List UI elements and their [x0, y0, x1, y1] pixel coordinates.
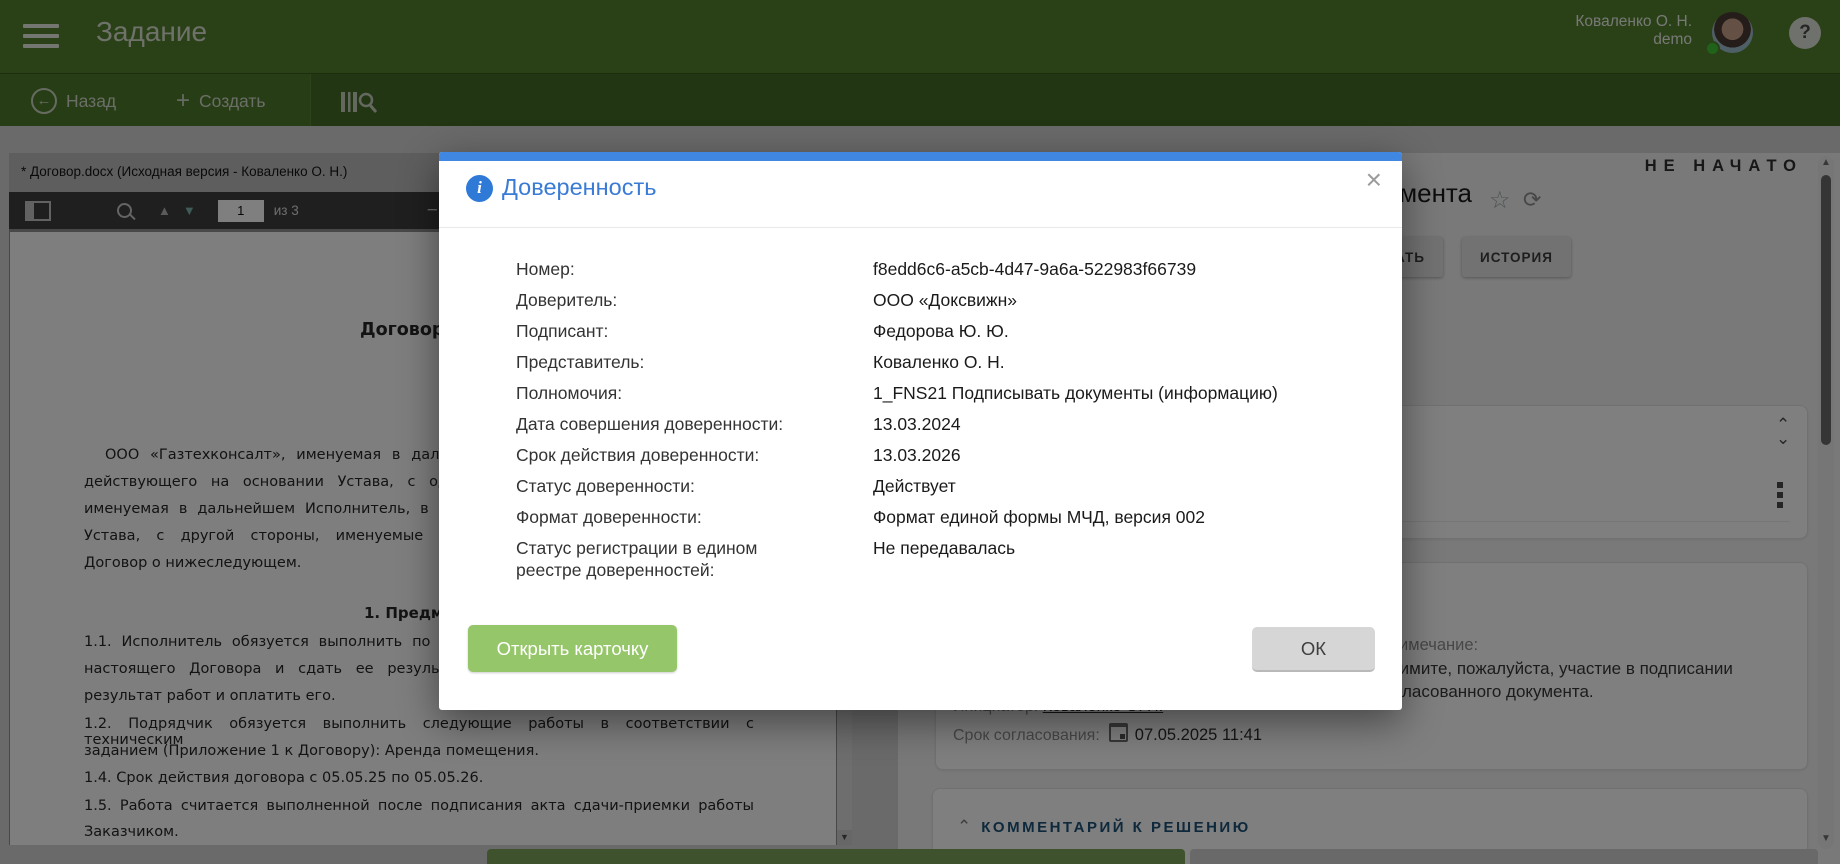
- field-label-line: Статус регистрации в едином: [516, 537, 873, 559]
- field-label: Представитель:: [516, 351, 873, 373]
- info-icon: i: [466, 175, 493, 202]
- field-label: Статус регистрации в едином реестре дове…: [516, 537, 873, 581]
- field-value: f8edd6c6-a5cb-4d47-9a6a-522983f66739: [873, 258, 1196, 280]
- field-row: Доверитель: ООО «Доксвижн»: [516, 289, 1376, 311]
- app-screen: Задание Коваленко О. Н. demo ? ← Назад +…: [0, 0, 1840, 864]
- field-value: Действует: [873, 475, 956, 497]
- ok-button[interactable]: ОК: [1252, 627, 1375, 672]
- open-card-button[interactable]: Открыть карточку: [468, 625, 677, 672]
- dialog-title: Доверенность: [502, 174, 656, 201]
- dialog-fields: Номер: f8edd6c6-a5cb-4d47-9a6a-522983f66…: [516, 258, 1376, 590]
- field-label: Полномочия:: [516, 382, 873, 404]
- dialog-header-divider: [439, 227, 1402, 228]
- field-value: Не передавалась: [873, 537, 1015, 581]
- field-value: Федорова Ю. Ю.: [873, 320, 1009, 342]
- field-row: Статус регистрации в едином реестре дове…: [516, 537, 1376, 581]
- field-value: 1_FNS21 Подписывать документы (информаци…: [873, 382, 1278, 404]
- field-value: Формат единой формы МЧД, версия 002: [873, 506, 1205, 528]
- field-label: Дата совершения доверенности:: [516, 413, 873, 435]
- field-label: Статус доверенности:: [516, 475, 873, 497]
- field-value: ООО «Доксвижн»: [873, 289, 1017, 311]
- field-value: 13.03.2024: [873, 413, 961, 435]
- field-value: 13.03.2026: [873, 444, 961, 466]
- field-label: Подписант:: [516, 320, 873, 342]
- field-label: Формат доверенности:: [516, 506, 873, 528]
- field-row: Номер: f8edd6c6-a5cb-4d47-9a6a-522983f66…: [516, 258, 1376, 280]
- field-row: Срок действия доверенности: 13.03.2026: [516, 444, 1376, 466]
- field-label: Доверитель:: [516, 289, 873, 311]
- dialog-accent-bar: [439, 152, 1402, 161]
- power-of-attorney-dialog: i Доверенность × Номер: f8edd6c6-a5cb-4d…: [439, 152, 1402, 710]
- field-row: Статус доверенности: Действует: [516, 475, 1376, 497]
- field-row: Полномочия: 1_FNS21 Подписывать документ…: [516, 382, 1376, 404]
- field-label: Номер:: [516, 258, 873, 280]
- field-label-line: реестре доверенностей:: [516, 559, 873, 581]
- field-row: Формат доверенности: Формат единой формы…: [516, 506, 1376, 528]
- field-row: Дата совершения доверенности: 13.03.2024: [516, 413, 1376, 435]
- field-value: Коваленко О. Н.: [873, 351, 1005, 373]
- field-row: Представитель: Коваленко О. Н.: [516, 351, 1376, 373]
- close-icon[interactable]: ×: [1366, 166, 1382, 194]
- field-row: Подписант: Федорова Ю. Ю.: [516, 320, 1376, 342]
- field-label: Срок действия доверенности:: [516, 444, 873, 466]
